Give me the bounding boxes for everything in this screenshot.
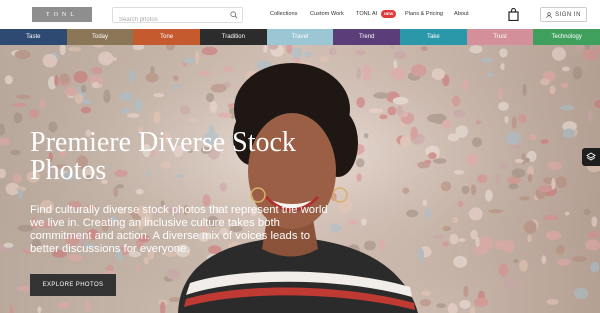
- tonl-logo[interactable]: TONL: [32, 7, 92, 22]
- sign-in-label: SIGN IN: [555, 11, 581, 18]
- category-trend[interactable]: Trend: [333, 29, 401, 45]
- nav-tonl-ai[interactable]: TONL AI: [356, 11, 377, 17]
- category-tone[interactable]: Tone: [133, 29, 201, 45]
- hero-description: Find culturally diverse stock photos tha…: [30, 204, 328, 255]
- user-icon: [546, 11, 552, 18]
- nav-plans-pricing[interactable]: Plans & Pricing: [405, 11, 443, 17]
- category-travel[interactable]: Travel: [266, 29, 334, 45]
- search-input[interactable]: [113, 13, 225, 27]
- sign-in-button[interactable]: SIGN IN: [540, 7, 587, 22]
- shopping-bag-icon[interactable]: [508, 8, 519, 21]
- category-today[interactable]: Today: [66, 29, 134, 45]
- nav-custom-work[interactable]: Custom Work: [310, 11, 344, 17]
- nav-about[interactable]: About: [454, 11, 469, 17]
- side-widget-button[interactable]: [582, 148, 600, 166]
- category-trust[interactable]: Trust: [466, 29, 534, 45]
- category-take[interactable]: Take: [400, 29, 467, 45]
- layers-icon: [586, 152, 596, 161]
- category-taste[interactable]: Taste: [0, 29, 67, 45]
- nav-collections[interactable]: Collections: [270, 11, 297, 17]
- category-technology[interactable]: Technology: [533, 29, 600, 45]
- category-bar: Taste Today Tone Tradition Travel Trend Take Tr…: [0, 29, 600, 45]
- new-badge: NEW: [381, 10, 397, 18]
- explore-photos-button[interactable]: EXPLORE PHOTOS: [30, 274, 116, 296]
- hero-title: Premiere Diverse Stock Photos: [30, 127, 296, 186]
- category-tradition[interactable]: Tradition: [200, 29, 267, 45]
- search-icon[interactable]: [230, 11, 238, 19]
- top-navigation-bar: TONL Collections Custom Work TONL AI NEW…: [0, 0, 600, 29]
- hero-section: Premiere Diverse Stock Photos Find cultu…: [0, 45, 600, 313]
- search-box[interactable]: [112, 7, 243, 27]
